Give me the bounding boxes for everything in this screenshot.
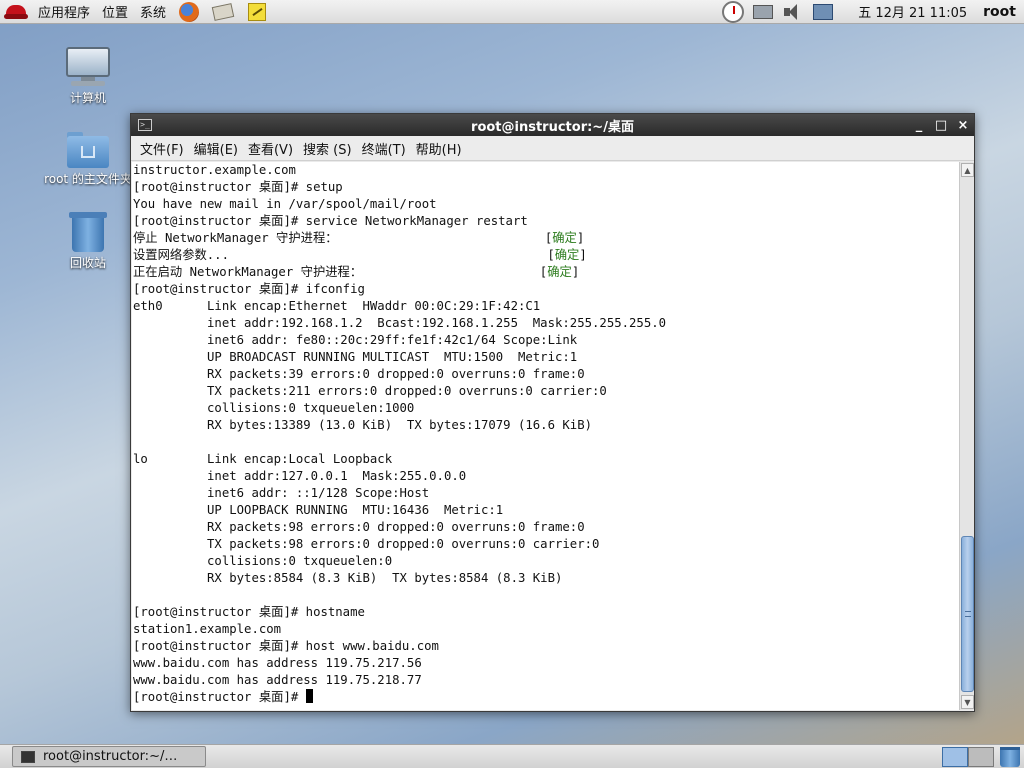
terminal-line: inet6 addr: fe80::20c:29ff:fe1f:42c1/64 … <box>133 333 578 347</box>
system-menu[interactable]: 系统 <box>134 2 172 21</box>
terminal-line: 设置网络参数... [确定] <box>133 248 587 262</box>
home-folder-icon <box>67 132 109 168</box>
terminal-window[interactable]: >_ root@instructor:~/桌面 _ □ × 文件(F) 编辑(E… <box>130 113 975 712</box>
status-ok-label: 确定 <box>554 248 580 262</box>
status-ok-label: 确定 <box>547 265 572 279</box>
terminal-line: [root@instructor 桌面]# host www.baidu.com <box>133 639 439 653</box>
workspace-1[interactable] <box>942 746 968 767</box>
terminal-line: [root@instructor 桌面]# ifconfig <box>133 282 365 296</box>
scroll-down-icon[interactable]: ▼ <box>961 695 974 709</box>
taskbar-terminal-button[interactable]: root@instructor:~/… <box>12 746 206 767</box>
window-titlebar[interactable]: >_ root@instructor:~/桌面 _ □ × <box>131 114 974 136</box>
network-manager-icon[interactable] <box>810 1 836 23</box>
terminal-line: RX packets:39 errors:0 dropped:0 overrun… <box>133 367 585 381</box>
menu-search[interactable]: 搜索 (S) <box>298 139 357 158</box>
terminal-line: [root@instructor 桌面]# hostname <box>133 605 365 619</box>
maximize-button[interactable]: □ <box>930 114 952 136</box>
terminal-output[interactable]: instructor.example.com [root@instructor 桌… <box>132 162 959 710</box>
computer-icon <box>65 47 111 87</box>
menu-view[interactable]: 查看(V) <box>243 139 298 158</box>
taskbar-label: root@instructor:~/… <box>43 749 178 764</box>
text-cursor <box>305 689 313 703</box>
terminal-line: collisions:0 txqueuelen:0 <box>133 554 393 568</box>
terminal-line: [root@instructor 桌面]# <box>133 689 959 706</box>
panel-user[interactable]: root <box>979 4 1024 20</box>
terminal-line: 正在启动 NetworkManager 守护进程： [确定] <box>133 265 580 279</box>
terminal-icon[interactable]: >_ <box>138 119 152 131</box>
bottom-panel: root@instructor:~/… <box>0 744 1024 768</box>
desktop-icon-home[interactable]: root 的主文件夹 <box>38 132 138 187</box>
workspace-2[interactable] <box>968 746 994 767</box>
window-menubar: 文件(F) 编辑(E) 查看(V) 搜索 (S) 终端(T) 帮助(H) <box>131 136 974 161</box>
note-icon[interactable] <box>245 1 269 23</box>
network-icon[interactable] <box>750 1 776 23</box>
terminal-line: [root@instructor 桌面]# setup <box>133 180 343 194</box>
window-title: root@instructor:~/桌面 <box>471 119 634 135</box>
menu-file[interactable]: 文件(F) <box>135 139 189 158</box>
vertical-scrollbar[interactable]: ▲ ▼ <box>959 162 974 710</box>
firefox-icon[interactable] <box>177 1 201 23</box>
desktop-icon-label: root 的主文件夹 <box>44 172 132 186</box>
workspace-switcher <box>942 746 994 767</box>
terminal-line: You have new mail in /var/spool/mail/roo… <box>133 197 437 211</box>
menu-help[interactable]: 帮助(H) <box>411 139 467 158</box>
menu-edit[interactable]: 编辑(E) <box>189 139 243 158</box>
terminal-line: inet addr:127.0.0.1 Mask:255.0.0.0 <box>133 469 467 483</box>
desktop-icon-trash[interactable]: 回收站 <box>38 212 138 271</box>
clock-applet-icon[interactable] <box>720 0 746 23</box>
applications-menu[interactable]: 应用程序 <box>32 2 96 21</box>
panel-trash-icon[interactable] <box>1000 746 1020 767</box>
redhat-logo-icon[interactable] <box>4 2 28 22</box>
trash-icon <box>69 212 107 252</box>
panel-clock[interactable]: 五 12月 21 11:05 <box>838 2 979 21</box>
terminal-line: instructor.example.com <box>133 163 296 177</box>
close-button[interactable]: × <box>952 114 974 136</box>
scroll-up-icon[interactable]: ▲ <box>961 163 974 177</box>
desktop-icon-label: 回收站 <box>69 256 106 270</box>
terminal-line: 停止 NetworkManager 守护进程： [确定] <box>133 231 585 245</box>
desktop-icon-computer[interactable]: 计算机 <box>38 47 138 106</box>
terminal-line: eth0 Link encap:Ethernet HWaddr 00:0C:29… <box>133 299 541 313</box>
terminal-icon <box>21 750 35 763</box>
terminal-line: TX packets:98 errors:0 dropped:0 overrun… <box>133 537 600 551</box>
terminal-line: collisions:0 txqueuelen:1000 <box>133 401 415 415</box>
terminal-line: lo Link encap:Local Loopback <box>133 452 393 466</box>
terminal-line: RX packets:98 errors:0 dropped:0 overrun… <box>133 520 585 534</box>
terminal-line: RX bytes:13389 (13.0 KiB) TX bytes:17079… <box>133 418 593 432</box>
status-ok-label: 确定 <box>552 231 577 245</box>
terminal-line: inet6 addr: ::1/128 Scope:Host <box>133 486 430 500</box>
panel-tray: 五 12月 21 11:05 root <box>718 0 1024 24</box>
menu-terminal[interactable]: 终端(T) <box>357 139 411 158</box>
terminal-line: UP LOOPBACK RUNNING MTU:16436 Metric:1 <box>133 503 504 517</box>
terminal-line: www.baidu.com has address 119.75.217.56 <box>133 656 422 670</box>
places-menu[interactable]: 位置 <box>96 2 134 21</box>
terminal-line: UP BROADCAST RUNNING MULTICAST MTU:1500 … <box>133 350 578 364</box>
scrollbar-thumb[interactable] <box>961 536 974 692</box>
terminal-line: RX bytes:8584 (8.3 KiB) TX bytes:8584 (8… <box>133 571 563 585</box>
mail-icon[interactable] <box>211 1 235 23</box>
terminal-line: inet addr:192.168.1.2 Bcast:192.168.1.25… <box>133 316 667 330</box>
top-panel: 应用程序 位置 系统 五 12月 21 11:05 root <box>0 0 1024 24</box>
panel-menu-bar: 应用程序 位置 系统 <box>0 0 274 24</box>
terminal-line: www.baidu.com has address 119.75.218.77 <box>133 673 422 687</box>
terminal-line: [root@instructor 桌面]# service NetworkMan… <box>133 214 528 228</box>
desktop-icon-label: 计算机 <box>69 91 106 105</box>
volume-icon[interactable] <box>780 1 806 23</box>
terminal-line: station1.example.com <box>133 622 282 636</box>
minimize-button[interactable]: _ <box>908 114 930 136</box>
terminal-lines: instructor.example.com [root@instructor 桌… <box>132 162 959 706</box>
terminal-line: TX packets:211 errors:0 dropped:0 overru… <box>133 384 607 398</box>
